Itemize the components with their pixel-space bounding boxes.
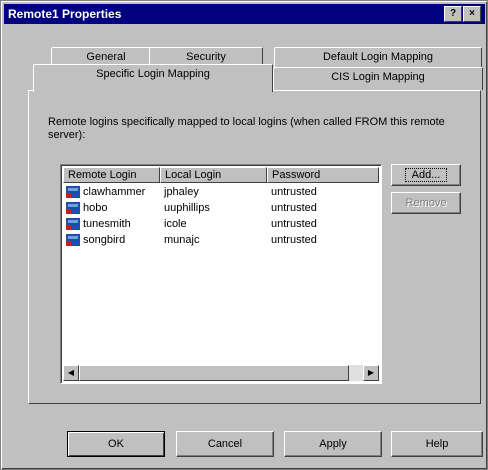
password-cell: untrusted (271, 186, 317, 198)
local-login-cell: jphaley (164, 186, 199, 198)
tab-label: Specific Login Mapping (96, 68, 210, 80)
tab-label: General (86, 51, 126, 63)
window-title: Remote1 Properties (8, 7, 122, 21)
tab-panel: Remote logins specifically mapped to loc… (28, 90, 481, 404)
scroll-right-icon[interactable]: ▶ (363, 365, 379, 381)
properties-dialog: Remote1 Properties ? × General Security … (0, 0, 488, 470)
column-header-local-login[interactable]: Local Login (160, 167, 267, 183)
column-header-remote-login[interactable]: Remote Login (63, 167, 160, 183)
local-login-cell: munajc (164, 234, 200, 246)
local-login-cell: uuphillips (164, 202, 210, 214)
help-button[interactable]: Help (391, 431, 483, 457)
tab-label: Default Login Mapping (322, 51, 434, 63)
horizontal-scrollbar[interactable]: ◀ ▶ (63, 365, 379, 381)
remote-login-cell: clawhammer (83, 186, 146, 198)
local-login-cell: icole (164, 218, 187, 230)
tab-specific-login-mapping[interactable]: Specific Login Mapping (33, 64, 273, 92)
description-text: Remote logins specifically mapped to loc… (48, 116, 445, 141)
apply-button[interactable]: Apply (284, 431, 382, 457)
cancel-button[interactable]: Cancel (176, 431, 274, 457)
add-button[interactable]: Add... (391, 164, 461, 186)
tab-label: Security (186, 51, 226, 63)
user-icon (66, 218, 80, 230)
tab-cis-login-mapping[interactable]: CIS Login Mapping (273, 67, 483, 90)
ok-button[interactable]: OK (67, 431, 165, 457)
tab-default-login-mapping[interactable]: Default Login Mapping (274, 47, 482, 68)
column-header-password[interactable]: Password (267, 167, 379, 183)
password-cell: untrusted (271, 202, 317, 214)
close-icon[interactable]: × (463, 6, 481, 22)
password-cell: untrusted (271, 218, 317, 230)
list-item[interactable]: tunesmith icole untrusted (63, 216, 379, 232)
scroll-left-icon[interactable]: ◀ (63, 365, 79, 381)
user-icon (66, 186, 80, 198)
list-item[interactable]: hobo uuphillips untrusted (63, 200, 379, 216)
remote-login-cell: hobo (83, 202, 108, 214)
user-icon (66, 234, 80, 246)
tab-label: CIS Login Mapping (331, 71, 425, 83)
login-mapping-list[interactable]: Remote Login Local Login Password clawha… (60, 164, 382, 384)
remote-login-cell: songbird (83, 234, 126, 246)
scrollbar-thumb[interactable] (79, 365, 349, 381)
help-icon[interactable]: ? (444, 6, 462, 22)
list-header: Remote Login Local Login Password (63, 167, 379, 183)
user-icon (66, 202, 80, 214)
password-cell: untrusted (271, 234, 317, 246)
add-button-label: Add... (404, 168, 448, 182)
title-bar[interactable]: Remote1 Properties ? × (4, 4, 485, 24)
remote-login-cell: tunesmith (83, 218, 131, 230)
list-item[interactable]: clawhammer jphaley untrusted (63, 184, 379, 200)
list-item[interactable]: songbird munajc untrusted (63, 232, 379, 248)
remove-button: Remove (391, 192, 461, 214)
